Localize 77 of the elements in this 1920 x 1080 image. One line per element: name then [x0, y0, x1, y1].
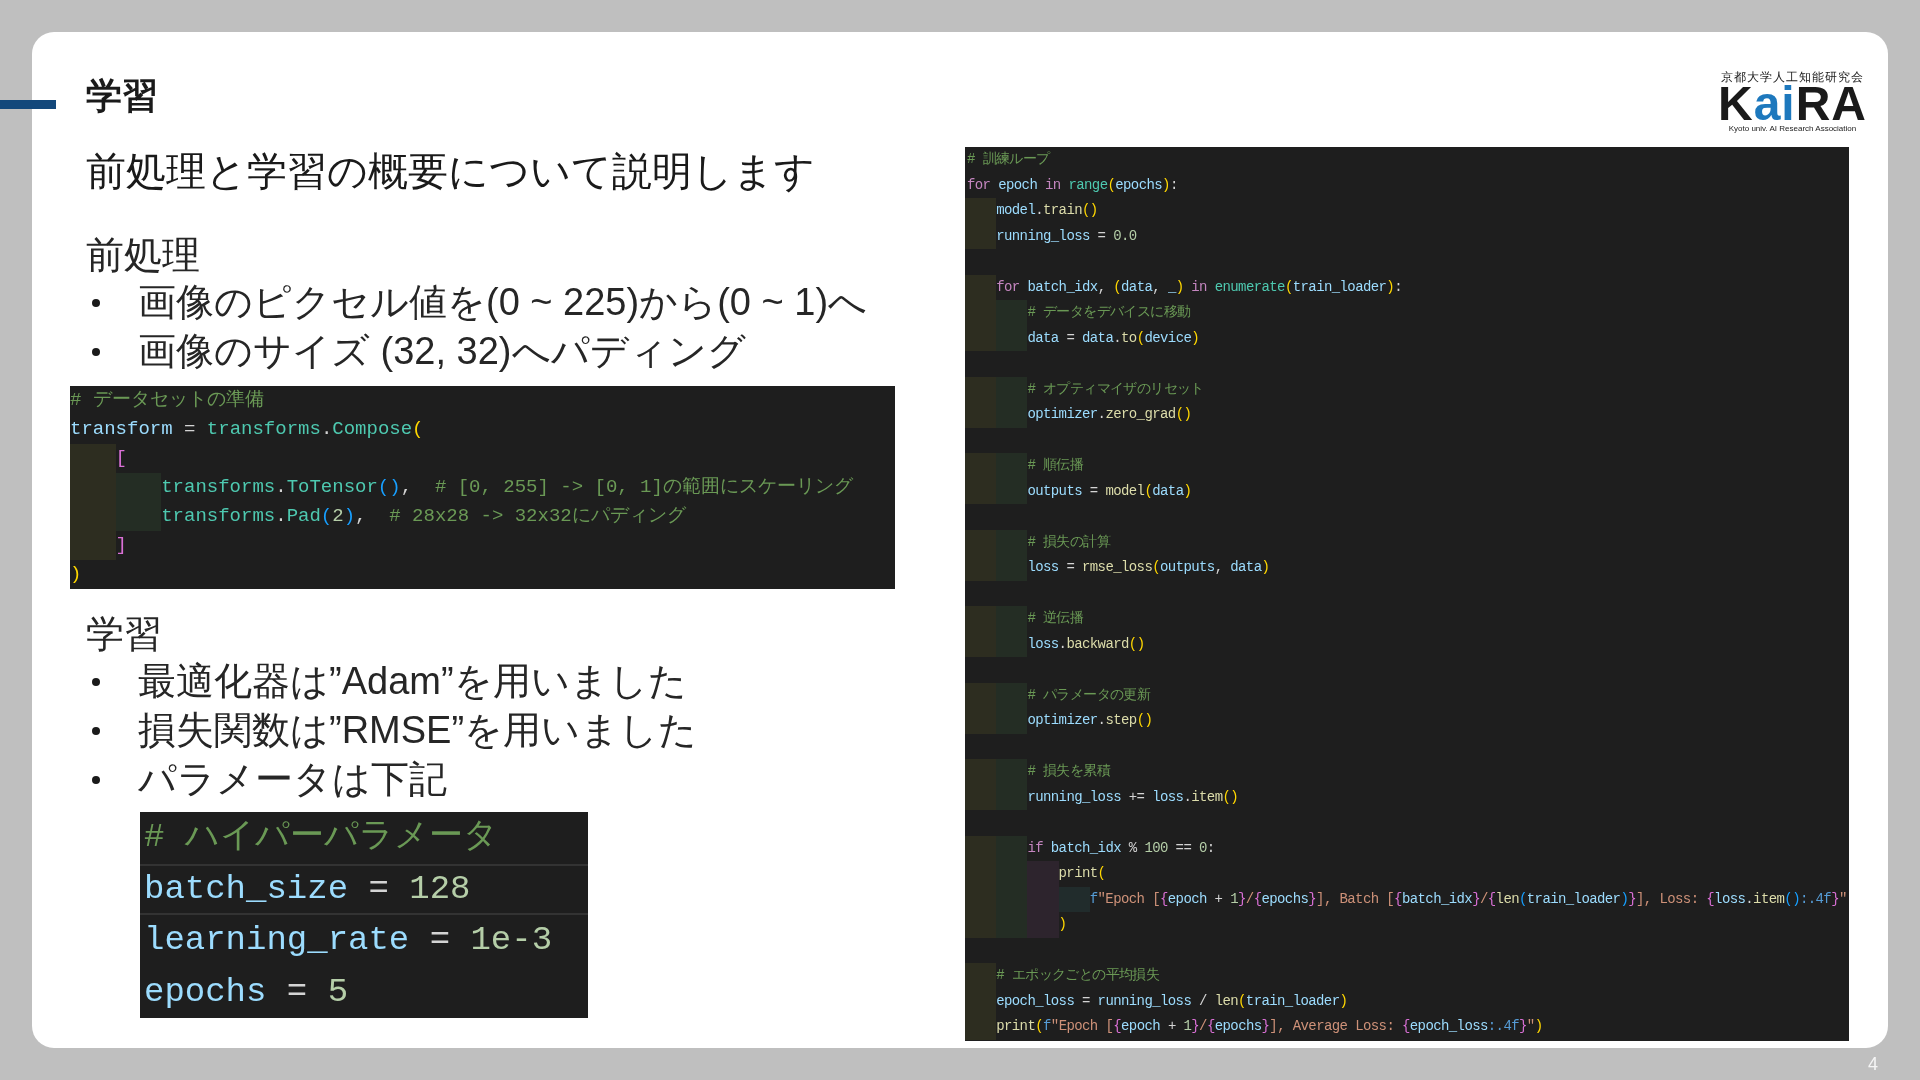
bullet-icon — [92, 298, 100, 307]
bullet-icon — [92, 775, 100, 784]
indent-highlight — [965, 555, 997, 581]
indent-highlight — [965, 223, 997, 249]
bullet-icon — [92, 347, 100, 356]
code-line: # データセットの準備 — [70, 388, 264, 413]
bullet-icon — [92, 726, 100, 735]
logo-caption: Kyoto univ. AI Research Association — [1728, 124, 1857, 134]
indent-highlight — [965, 376, 997, 402]
logo-tagline: 京都大学人工知能研究会 — [1721, 70, 1864, 84]
indent-highlight — [965, 784, 997, 810]
code-line: f"Epoch [{epoch + 1}/{epochs}], Batch [{batch_idx}/{len(train_loader)}], Loss: {loss.item():.4f}" — [1089, 889, 1847, 909]
code-line: ) — [70, 562, 82, 587]
code-line: running_loss = 0.0 — [996, 226, 1137, 246]
code-line: # 損失を累積 — [1027, 762, 1110, 781]
bullet-icon — [92, 677, 100, 686]
indent-highlight — [965, 963, 997, 989]
indent-highlight — [965, 835, 997, 861]
code-line: epochs = 5 — [143, 971, 349, 1013]
bullet-text: 最適化器は”Adam”を用いました — [138, 659, 687, 704]
bullet-text: 画像のピクセル値を(0 ~ 225)から(0 ~ 1)へ — [138, 280, 868, 325]
logo-wordmark: KaiRA — [1717, 84, 1867, 124]
code-line: # エポックごとの平均損失 — [996, 966, 1160, 985]
code-line: print(f"Epoch [{epoch + 1}/{epochs}], Average Loss: {epoch_loss:.4f}") — [996, 1017, 1543, 1036]
code-line: # パラメータの更新 — [1027, 685, 1151, 705]
code-line: # 損失の計算 — [1027, 532, 1110, 552]
slide-subtitle: 前処理と学習の概要について説明します — [86, 148, 815, 195]
bullet-text: 画像のサイズ (32, 32)へパディング — [138, 329, 746, 374]
code-line: loss.backward() — [1027, 634, 1145, 654]
code-line: transforms.ToTensor(), # [0, 255] -> [0, 1]の範囲にスケーリング — [161, 475, 853, 500]
code-line: model.train() — [996, 201, 1098, 220]
code-line: for batch_idx, (data, _) in enumerate(train_loader): — [996, 277, 1402, 297]
code-line: optimizer.zero_grad() — [1027, 405, 1192, 424]
indent-highlight — [965, 198, 997, 224]
bullet-text: 損失関数は”RMSE”を用いました — [138, 708, 698, 753]
code-line: # データをデバイスに移動 — [1027, 303, 1191, 322]
indent-highlight — [965, 606, 997, 632]
indent-highlight — [965, 1014, 997, 1040]
indent-highlight — [965, 529, 997, 555]
indent-highlight — [70, 444, 116, 473]
code-line: for epoch in range(epochs): — [966, 175, 1178, 195]
code-line: # 逆伝播 — [1027, 609, 1084, 628]
indent-highlight — [965, 478, 997, 504]
code-line: ) — [1058, 915, 1067, 934]
code-line: batch_size = 128 — [140, 863, 588, 915]
code-line: epoch_loss = running_loss / len(train_loader) — [996, 991, 1348, 1011]
code-line: # ハイパーパラメータ — [143, 817, 498, 858]
indent-highlight — [965, 402, 997, 428]
code-line: print( — [1058, 864, 1106, 883]
indent-highlight — [70, 531, 116, 560]
indent-highlight — [965, 912, 997, 938]
code-line: ] — [115, 533, 127, 558]
code-line: [ — [115, 446, 127, 471]
code-line: transform = transforms.Compose( — [70, 417, 424, 442]
code-line: optimizer.step() — [1027, 711, 1153, 730]
code-line: # 訓練ループ — [966, 150, 1050, 169]
section-heading: 前処理 — [86, 233, 200, 278]
slide-title: 学習 — [86, 76, 158, 116]
indent-highlight — [965, 274, 997, 300]
indent-highlight — [965, 708, 997, 734]
indent-highlight — [965, 325, 997, 351]
accent-bar — [0, 100, 56, 109]
indent-highlight — [965, 453, 997, 479]
indent-highlight — [965, 759, 997, 785]
code-line: learning_rate = 1e-3 — [143, 920, 553, 961]
indent-highlight — [965, 631, 997, 657]
section-heading: 学習 — [86, 612, 162, 657]
code-line: if batch_idx % 100 == 0: — [1027, 838, 1215, 858]
code-line: # オプティマイザのリセット — [1027, 379, 1204, 399]
code-line: transforms.Pad(2), # 28x28 -> 32x32にパディング — [161, 504, 686, 529]
code-line: # 順伝播 — [1027, 456, 1084, 475]
code-line: data = data.to(device) — [1027, 328, 1200, 348]
code-line: running_loss += loss.item() — [1027, 787, 1239, 807]
indent-highlight — [965, 682, 997, 708]
bullet-text: パラメータは下記 — [138, 757, 447, 802]
code-line: outputs = model(data) — [1027, 481, 1192, 501]
code-line: loss = rmse_loss(outputs, data) — [1027, 558, 1270, 577]
